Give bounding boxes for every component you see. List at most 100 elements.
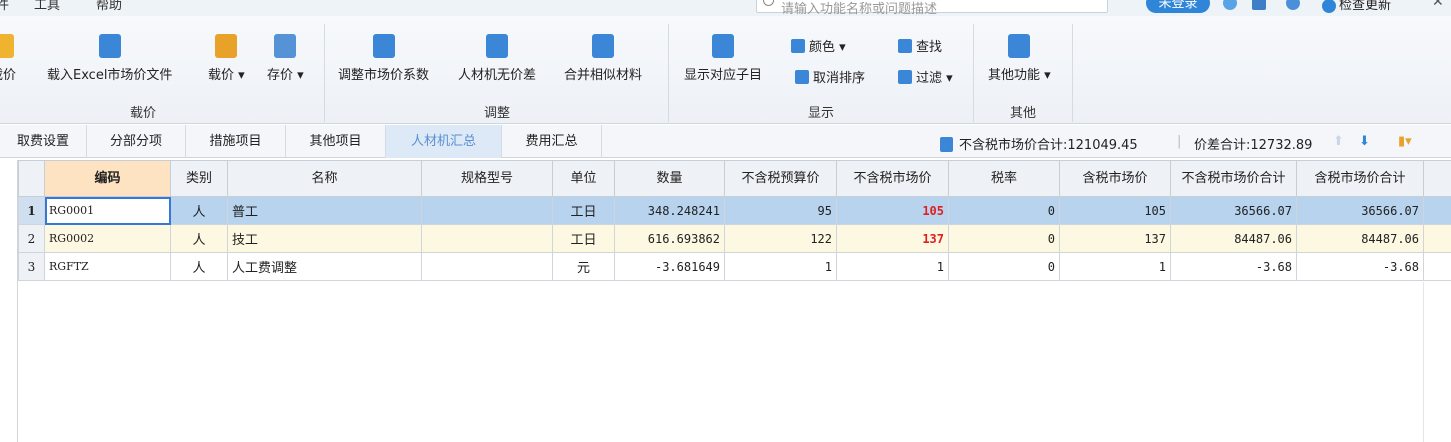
cell-code[interactable]: RG0002: [44, 224, 171, 253]
batch-load-price-button[interactable]: 载价: [0, 34, 16, 83]
column-header-quantity[interactable]: 数量: [614, 160, 725, 197]
search-input[interactable]: 请输入功能名称或问题描述: [756, 0, 1108, 16]
cell-quantity[interactable]: 616.693862: [614, 224, 725, 253]
column-header-unit[interactable]: 单位: [552, 160, 615, 197]
cell-total-tax[interactable]: -3.68: [1296, 252, 1424, 281]
cell-budget-price[interactable]: 1: [724, 252, 837, 281]
merge-icon: [592, 34, 614, 58]
cell-quantity[interactable]: -3.681649: [614, 252, 725, 281]
cell-name[interactable]: 普工: [227, 196, 422, 225]
cell-total-tax[interactable]: 84487.06: [1296, 224, 1424, 253]
menu-bar: 件 工具 帮助 请输入功能名称或问题描述 未登录 检查更新 ✕: [0, 0, 1451, 16]
cell-quantity[interactable]: 348.248241: [614, 196, 725, 225]
cell-spec[interactable]: [421, 196, 553, 225]
paint-bucket-icon: [791, 39, 805, 53]
refresh-icon[interactable]: [1223, 0, 1237, 10]
login-button[interactable]: 未登录: [1146, 0, 1210, 13]
cell-market-price-tax[interactable]: 105: [1059, 196, 1171, 225]
move-down-icon[interactable]: ⬇: [1359, 134, 1370, 149]
tab-fee-settings[interactable]: 取费设置: [0, 125, 87, 158]
row-end: [1423, 196, 1451, 225]
divider: [973, 24, 974, 122]
cell-market-price[interactable]: 1: [836, 252, 949, 281]
save-price-dropdown[interactable]: 存价 ▾: [267, 34, 304, 83]
tab-other-items[interactable]: 其他项目: [286, 125, 386, 158]
cancel-sort-button[interactable]: 取消排序: [795, 67, 865, 86]
find-button[interactable]: 查找: [898, 36, 942, 55]
adjust-market-coef-button[interactable]: 调整市场价系数: [338, 34, 429, 83]
load-excel-price-button[interactable]: 载入Excel市场价文件: [47, 34, 172, 83]
move-up-icon[interactable]: ⬆: [1333, 134, 1344, 149]
cell-name[interactable]: 人工费调整: [227, 252, 422, 281]
cell-market-price[interactable]: 105: [836, 196, 949, 225]
cell-spec[interactable]: [421, 252, 553, 281]
button-label: 载价: [208, 68, 235, 83]
row-number: 1: [18, 196, 45, 225]
cell-market-price[interactable]: 137: [836, 224, 949, 253]
column-header-market-price[interactable]: 不含税市场价: [836, 160, 949, 197]
table-header-row: 编码 类别 名称 规格型号 单位 数量 不含税预算价 不含税市场价 税率 含税市…: [0, 160, 1451, 197]
table-row[interactable]: 2 RG0002 人 技工 工日 616.693862 122 137 0 13…: [0, 224, 1451, 253]
cell-type[interactable]: 人: [170, 196, 228, 225]
tab-measures[interactable]: 措施项目: [186, 125, 286, 158]
merge-materials-button[interactable]: 合并相似材料: [564, 34, 642, 83]
load-price-dropdown[interactable]: 载价 ▾: [208, 34, 245, 83]
cell-unit[interactable]: 工日: [552, 224, 615, 253]
column-header-budget-price[interactable]: 不含税预算价: [724, 160, 837, 197]
tab-cost-summary[interactable]: 费用汇总: [502, 125, 602, 158]
cell-name[interactable]: 技工: [227, 224, 422, 253]
market-total: 不含税市场价合计:121049.45: [940, 134, 1138, 153]
check-update-button[interactable]: 检查更新: [1322, 0, 1391, 13]
cell-market-price-tax[interactable]: 137: [1059, 224, 1171, 253]
column-header-market-price-tax[interactable]: 含税市场价: [1059, 160, 1171, 197]
cell-market-price-tax[interactable]: 1: [1059, 252, 1171, 281]
cell-total-no-tax[interactable]: 84487.06: [1170, 224, 1297, 253]
left-gutter: [0, 160, 18, 442]
cell-tax-rate[interactable]: 0: [948, 196, 1060, 225]
table-row[interactable]: 1 RG0001 人 普工 工日 348.248241 95 105 0 105…: [0, 196, 1451, 225]
price-diff-total: 价差合计:12732.89: [1194, 138, 1313, 153]
cell-total-no-tax[interactable]: 36566.07: [1170, 196, 1297, 225]
column-header-name[interactable]: 名称: [227, 160, 422, 197]
column-header-code[interactable]: 编码: [44, 160, 171, 197]
table-row[interactable]: 3 RGFTZ 人 人工费调整 元 -3.681649 1 1 0 1 -3.6…: [1, 252, 1451, 281]
cell-total-no-tax[interactable]: -3.68: [1170, 252, 1297, 281]
cell-type[interactable]: 人: [170, 252, 228, 281]
color-dropdown[interactable]: 颜色 ▾: [791, 36, 846, 55]
tab-sub-items[interactable]: 分部分项: [87, 125, 186, 158]
no-price-diff-button[interactable]: 人材机无价差: [458, 34, 536, 83]
divider: [324, 24, 325, 122]
menu-item-file[interactable]: 件: [0, 0, 9, 13]
settings-dropdown-icon[interactable]: ▮▾: [1398, 134, 1412, 149]
cell-unit[interactable]: 元: [552, 252, 615, 281]
row-end: [1423, 252, 1451, 281]
scale-icon: [486, 34, 508, 58]
cell-type[interactable]: 人: [170, 224, 228, 253]
column-header-tax-rate[interactable]: 税率: [948, 160, 1060, 197]
cell-budget-price[interactable]: 122: [724, 224, 837, 253]
other-functions-dropdown[interactable]: 其他功能 ▾: [988, 34, 1051, 83]
column-header-spec[interactable]: 规格型号: [421, 160, 553, 197]
cell-code[interactable]: RGFTZ: [44, 252, 171, 281]
column-header-total-tax[interactable]: 含税市场价合计: [1296, 160, 1424, 197]
search-placeholder: 请输入功能名称或问题描述: [781, 2, 938, 16]
cell-tax-rate[interactable]: 0: [948, 224, 1060, 253]
info-icon[interactable]: [1286, 0, 1300, 10]
cell-code[interactable]: RG0001: [44, 196, 171, 225]
menu-item-help[interactable]: 帮助: [96, 0, 122, 13]
close-icon[interactable]: ✕: [1432, 0, 1444, 10]
apps-icon[interactable]: [1252, 0, 1266, 10]
show-sub-items-button[interactable]: 显示对应子目: [684, 34, 762, 83]
filter-dropdown[interactable]: 过滤 ▾: [898, 67, 953, 86]
cell-budget-price[interactable]: 95: [724, 196, 837, 225]
cell-total-tax[interactable]: 36566.07: [1296, 196, 1424, 225]
cell-unit[interactable]: 工日: [552, 196, 615, 225]
column-header-total-no-tax[interactable]: 不含税市场价合计: [1170, 160, 1297, 197]
button-label: 人材机无价差: [458, 68, 537, 83]
cell-spec[interactable]: [421, 224, 553, 253]
column-header-type[interactable]: 类别: [170, 160, 228, 197]
tab-labor-material-summary[interactable]: 人材机汇总: [386, 125, 502, 158]
load-price-icon: [0, 34, 14, 58]
menu-item-tools[interactable]: 工具: [34, 0, 60, 13]
cell-tax-rate[interactable]: 0: [948, 252, 1060, 281]
